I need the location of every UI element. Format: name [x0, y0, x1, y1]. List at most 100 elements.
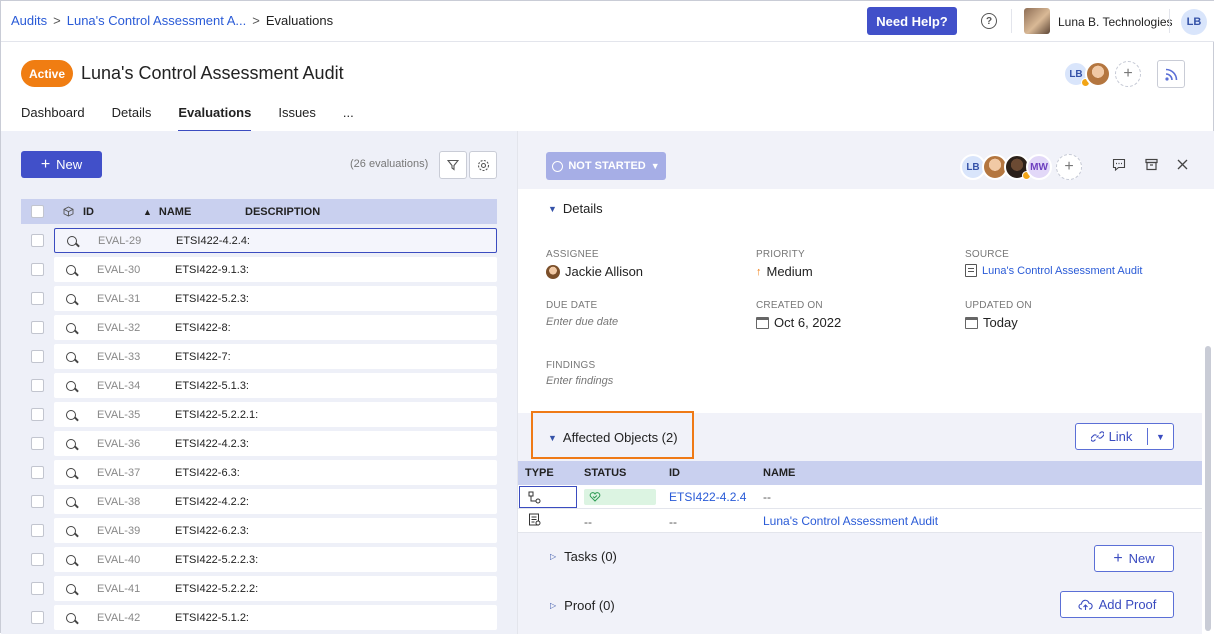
row-checkbox[interactable]: [31, 466, 44, 479]
link-button[interactable]: Link ▼: [1075, 423, 1174, 450]
table-row[interactable]: EVAL-42 ETSI422-5.1.2:: [21, 605, 497, 630]
column-id[interactable]: ID: [83, 206, 143, 218]
row-checkbox[interactable]: [31, 321, 44, 334]
row-checkbox[interactable]: [31, 263, 44, 276]
details-section-toggle[interactable]: ▼ Details: [548, 201, 603, 216]
source-link[interactable]: Luna's Control Assessment Audit: [965, 264, 1142, 277]
row-checkbox[interactable]: [31, 495, 44, 508]
search-icon[interactable]: [66, 293, 76, 304]
assignee-avatar-mw[interactable]: MW: [1026, 154, 1052, 180]
search-icon[interactable]: [66, 409, 76, 420]
select-all-checkbox[interactable]: [31, 205, 44, 218]
priority-field[interactable]: ↑ Medium: [756, 264, 813, 279]
row-checkbox[interactable]: [31, 524, 44, 537]
affected-row[interactable]: ETSI422-4.2.4 --: [518, 485, 1202, 509]
scrollbar[interactable]: [1205, 346, 1211, 631]
search-icon[interactable]: [66, 554, 76, 565]
table-row[interactable]: EVAL-39 ETSI422-6.2.3:: [21, 518, 497, 543]
row-body[interactable]: EVAL-35 ETSI422-5.2.2.1:: [54, 402, 497, 427]
org-name[interactable]: Luna B. Technologies: [1058, 15, 1173, 29]
affected-row[interactable]: -- -- Luna's Control Assessment Audit: [518, 509, 1202, 533]
row-checkbox[interactable]: [31, 582, 44, 595]
breadcrumb-audits[interactable]: Audits: [11, 13, 47, 28]
row-body[interactable]: EVAL-32 ETSI422-8:: [54, 315, 497, 340]
tab-issues[interactable]: Issues: [278, 105, 316, 132]
search-icon[interactable]: [66, 351, 76, 362]
search-icon[interactable]: [66, 612, 76, 623]
row-body[interactable]: EVAL-41 ETSI422-5.2.2.2:: [54, 576, 497, 601]
proof-section-toggle[interactable]: ▷ Proof (0): [550, 598, 615, 613]
comment-icon[interactable]: [1112, 158, 1126, 174]
search-icon[interactable]: [66, 496, 76, 507]
findings-input[interactable]: Enter findings: [546, 375, 613, 387]
affected-id-link[interactable]: ETSI422-4.2.4: [669, 490, 746, 504]
new-task-button[interactable]: + New: [1094, 545, 1174, 572]
settings-gear-icon[interactable]: [469, 151, 497, 179]
status-dropdown[interactable]: NOT STARTED ▼: [546, 152, 666, 180]
search-icon[interactable]: [66, 525, 76, 536]
column-name[interactable]: ▲ NAME: [143, 206, 245, 218]
search-icon[interactable]: [66, 264, 76, 275]
assignee-field[interactable]: Jackie Allison: [546, 264, 643, 279]
row-checkbox[interactable]: [31, 611, 44, 624]
tasks-section-toggle[interactable]: ▷ Tasks (0): [550, 549, 617, 564]
tab-details[interactable]: Details: [112, 105, 152, 132]
search-icon[interactable]: [66, 438, 76, 449]
table-row[interactable]: EVAL-31 ETSI422-5.2.3:: [21, 286, 497, 311]
search-icon[interactable]: [66, 583, 76, 594]
table-row[interactable]: EVAL-35 ETSI422-5.2.2.1:: [21, 402, 497, 427]
affected-name-link[interactable]: Luna's Control Assessment Audit: [763, 514, 938, 528]
affected-objects-toggle[interactable]: ▼ Affected Objects (2): [548, 430, 678, 445]
search-icon[interactable]: [66, 467, 76, 478]
table-row[interactable]: EVAL-36 ETSI422-4.2.3:: [21, 431, 497, 456]
column-description[interactable]: DESCRIPTION: [245, 206, 320, 218]
filter-icon[interactable]: [439, 151, 467, 179]
row-checkbox[interactable]: [31, 292, 44, 305]
help-question-icon[interactable]: ?: [981, 13, 997, 29]
row-checkbox[interactable]: [31, 350, 44, 363]
row-checkbox[interactable]: [31, 379, 44, 392]
table-row[interactable]: EVAL-41 ETSI422-5.2.2.2:: [21, 576, 497, 601]
table-row[interactable]: EVAL-32 ETSI422-8:: [21, 315, 497, 340]
tab-evaluations[interactable]: Evaluations: [178, 105, 252, 132]
link-main[interactable]: Link: [1076, 429, 1147, 444]
add-assignee-button[interactable]: +: [1056, 154, 1082, 180]
row-body[interactable]: EVAL-42 ETSI422-5.1.2:: [54, 605, 497, 630]
row-body[interactable]: EVAL-29 ETSI422-4.2.4:: [54, 228, 497, 253]
aff-col-name[interactable]: NAME: [763, 467, 795, 479]
row-body[interactable]: EVAL-33 ETSI422-7:: [54, 344, 497, 369]
table-row[interactable]: EVAL-38 ETSI422-4.2.2:: [21, 489, 497, 514]
table-row[interactable]: EVAL-33 ETSI422-7:: [21, 344, 497, 369]
aff-col-type[interactable]: TYPE: [525, 467, 554, 479]
row-body[interactable]: EVAL-37 ETSI422-6.3:: [54, 460, 497, 485]
rss-feed-icon[interactable]: [1157, 60, 1185, 88]
table-row[interactable]: EVAL-29 ETSI422-4.2.4:: [21, 228, 497, 253]
org-avatar[interactable]: [1024, 8, 1050, 34]
row-body[interactable]: EVAL-39 ETSI422-6.2.3:: [54, 518, 497, 543]
row-body[interactable]: EVAL-34 ETSI422-5.1.3:: [54, 373, 497, 398]
new-evaluation-button[interactable]: + New: [21, 151, 102, 178]
row-checkbox[interactable]: [31, 553, 44, 566]
row-body[interactable]: EVAL-40 ETSI422-5.2.2.3:: [54, 547, 497, 572]
need-help-button[interactable]: Need Help?: [867, 7, 957, 35]
type-cell[interactable]: [519, 486, 577, 508]
table-row[interactable]: EVAL-30 ETSI422-9.1.3:: [21, 257, 497, 282]
search-icon[interactable]: [67, 235, 77, 246]
add-owner-button[interactable]: +: [1115, 61, 1141, 87]
table-row[interactable]: EVAL-37 ETSI422-6.3:: [21, 460, 497, 485]
row-body[interactable]: EVAL-38 ETSI422-4.2.2:: [54, 489, 497, 514]
link-dropdown-caret-icon[interactable]: ▼: [1147, 428, 1173, 445]
row-body[interactable]: EVAL-30 ETSI422-9.1.3:: [54, 257, 497, 282]
tab-dashboard[interactable]: Dashboard: [21, 105, 85, 132]
row-checkbox[interactable]: [31, 408, 44, 421]
search-icon[interactable]: [66, 380, 76, 391]
aff-col-id[interactable]: ID: [669, 467, 680, 479]
owner-avatar-photo[interactable]: [1085, 61, 1111, 87]
add-proof-button[interactable]: Add Proof: [1060, 591, 1174, 618]
user-avatar[interactable]: LB: [1181, 9, 1207, 35]
archive-icon[interactable]: [1145, 158, 1158, 174]
tab-more[interactable]: ...: [343, 105, 354, 132]
table-row[interactable]: EVAL-34 ETSI422-5.1.3:: [21, 373, 497, 398]
row-checkbox[interactable]: [31, 234, 44, 247]
aff-col-status[interactable]: STATUS: [584, 467, 626, 479]
